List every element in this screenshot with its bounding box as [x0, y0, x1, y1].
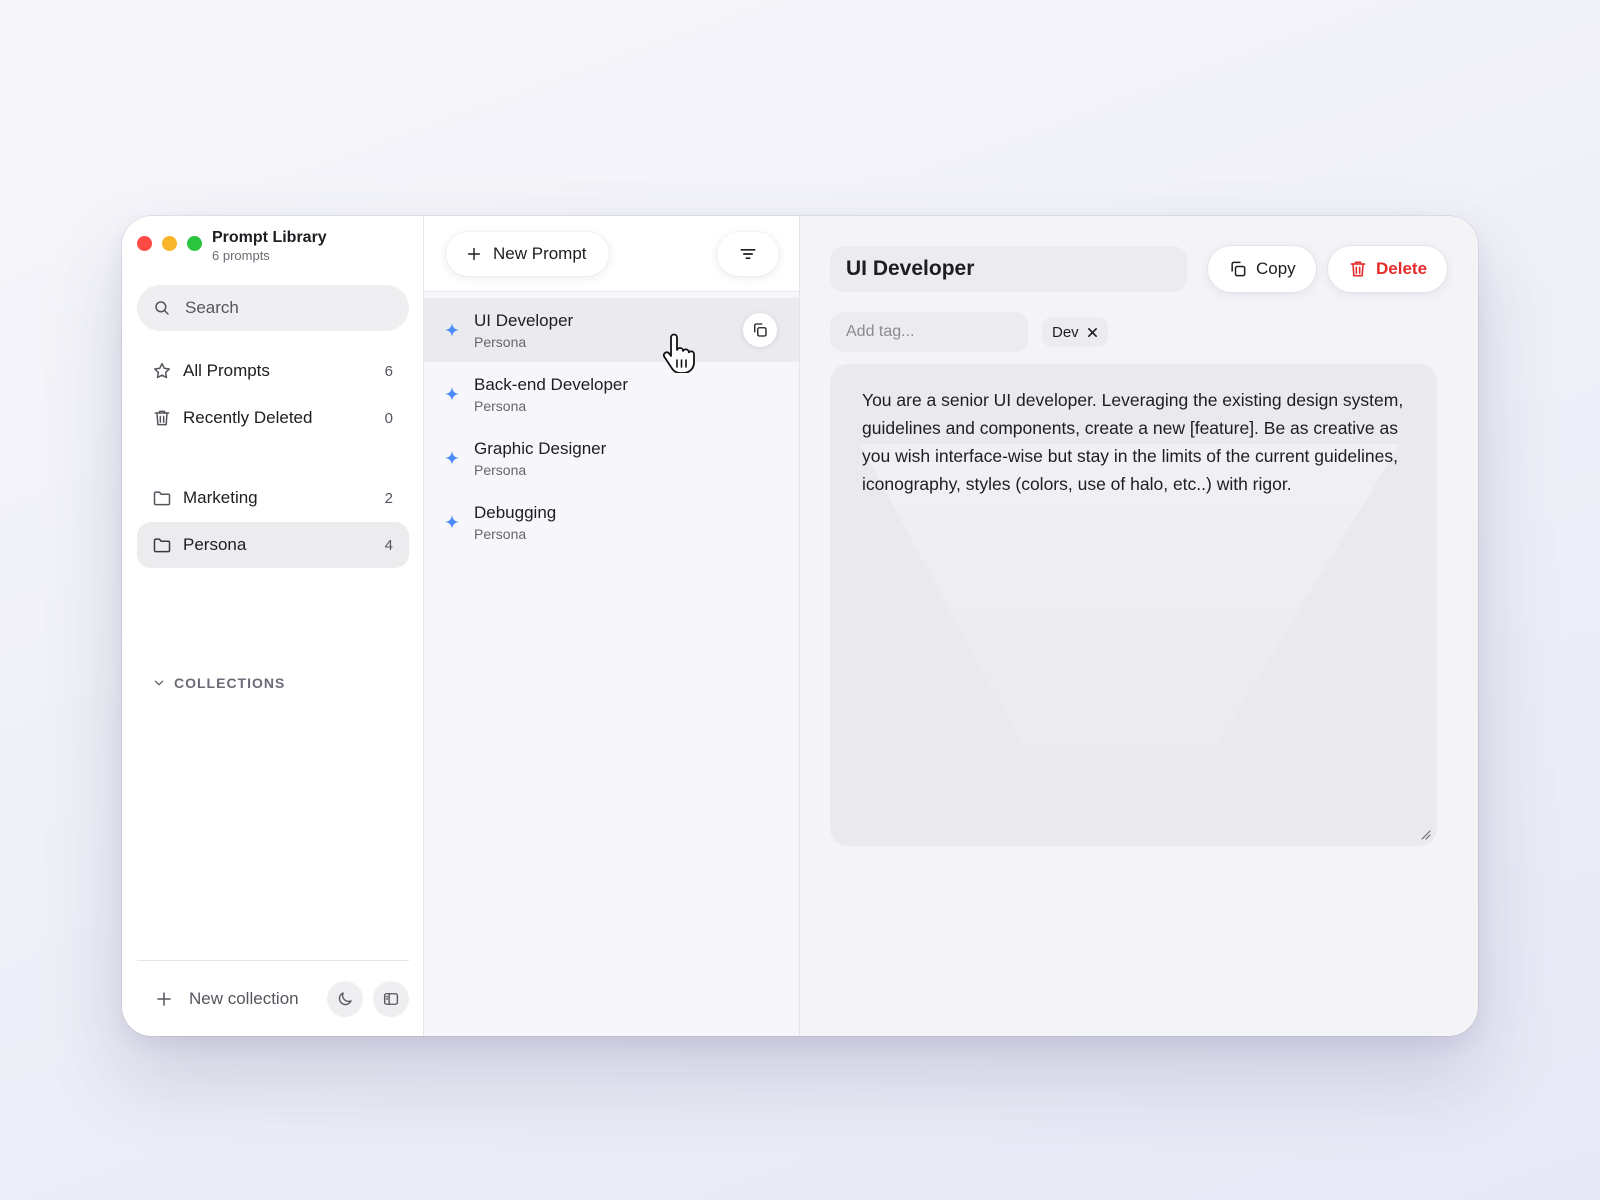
- sidebar-item-all-prompts[interactable]: All Prompts 6: [137, 348, 409, 394]
- app-title: Prompt Library: [212, 229, 327, 246]
- prompt-title: UI Developer: [474, 310, 574, 330]
- prompt-body-text: You are a senior UI developer. Leveragin…: [862, 390, 1404, 494]
- decorative-glow: [860, 444, 1400, 844]
- collections-header[interactable]: COLLECTIONS: [152, 675, 285, 691]
- new-collection-label: New collection: [189, 988, 299, 1008]
- window-controls: [137, 236, 202, 251]
- sparkle-icon: [445, 387, 459, 401]
- close-window-button[interactable]: [137, 236, 152, 251]
- search-box[interactable]: [137, 285, 409, 331]
- search-icon: [155, 301, 169, 315]
- sidebar: Prompt Library 6 prompts All Prompts 6 R…: [122, 216, 424, 1036]
- sidebar-item-persona[interactable]: Persona 4: [137, 522, 409, 568]
- prompt-body-textarea[interactable]: You are a senior UI developer. Leveragin…: [830, 364, 1437, 846]
- chevron-down-icon: [154, 680, 164, 686]
- sidebar-item-label: Recently Deleted: [183, 408, 313, 427]
- new-prompt-button[interactable]: New Prompt: [446, 232, 609, 276]
- sidebar-toggle-button[interactable]: [373, 980, 409, 1017]
- theme-toggle-button[interactable]: [327, 980, 363, 1017]
- folder-icon: [153, 491, 171, 506]
- copy-icon: [1231, 261, 1246, 277]
- app-window: Prompt Library 6 prompts All Prompts 6 R…: [122, 216, 1478, 1036]
- minimize-window-button[interactable]: [162, 236, 177, 251]
- app-title-block: Prompt Library 6 prompts: [212, 228, 327, 263]
- new-prompt-label: New Prompt: [493, 244, 587, 263]
- prompt-count: 6 prompts: [212, 248, 270, 263]
- prompt-collection: Persona: [474, 333, 527, 350]
- sidebar-item-label: Marketing: [183, 488, 258, 507]
- prompt-title: Back-end Developer: [474, 374, 629, 394]
- plus-icon: [157, 991, 171, 1006]
- search-input[interactable]: [185, 298, 385, 318]
- prompt-list-item[interactable]: Debugging Persona: [424, 490, 799, 554]
- trash-icon: [1350, 261, 1366, 277]
- collections-header-label: COLLECTIONS: [174, 675, 286, 691]
- tag-input-box[interactable]: [830, 312, 1028, 352]
- folder-icon: [153, 538, 171, 553]
- sidebar-item-count: 0: [384, 409, 393, 427]
- prompt-list-item[interactable]: Back-end Developer Persona: [424, 362, 799, 426]
- copy-button-label: Copy: [1256, 259, 1296, 278]
- prompt-collection: Persona: [474, 397, 527, 414]
- copy-icon: [754, 323, 767, 337]
- copy-prompt-button[interactable]: [743, 313, 777, 347]
- sidebar-item-recently-deleted[interactable]: Recently Deleted 0: [137, 395, 409, 441]
- prompt-editor: UI Developer Copy Delete Dev You are a s…: [800, 216, 1478, 1036]
- prompt-title: Graphic Designer: [474, 438, 607, 458]
- prompt-list-item[interactable]: UI Developer Persona: [424, 298, 799, 362]
- list-toolbar: New Prompt: [424, 216, 799, 292]
- sidebar-item-count: 6: [384, 362, 393, 380]
- sidebar-item-count: 4: [384, 536, 393, 554]
- maximize-window-button[interactable]: [187, 236, 202, 251]
- copy-button[interactable]: Copy: [1208, 246, 1316, 292]
- sparkle-icon: [445, 323, 459, 337]
- sidebar-item-count: 2: [384, 489, 393, 507]
- new-collection-button[interactable]: New collection: [137, 989, 317, 1009]
- sidebar-item-label: Persona: [183, 535, 247, 554]
- trash-icon: [154, 410, 170, 426]
- tag-label: Dev: [1052, 323, 1079, 341]
- add-tag-input[interactable]: [846, 323, 1016, 341]
- sidebar-footer: New collection: [137, 960, 409, 1036]
- sidebar-toggle-icon: [383, 992, 399, 1005]
- resize-grip-icon[interactable]: [1419, 828, 1431, 840]
- filter-icon: [740, 249, 756, 259]
- plus-icon: [467, 247, 481, 261]
- moon-icon: [338, 991, 352, 1005]
- prompt-collection: Persona: [474, 525, 527, 542]
- sidebar-item-marketing[interactable]: Marketing 2: [137, 475, 409, 521]
- star-icon: [154, 362, 170, 379]
- sparkle-icon: [445, 515, 459, 529]
- prompt-collection: Persona: [474, 461, 527, 478]
- hand-cursor-icon: [662, 333, 695, 373]
- remove-tag-icon[interactable]: [1087, 327, 1098, 338]
- prompt-list-item[interactable]: Graphic Designer Persona: [424, 426, 799, 490]
- sparkle-icon: [445, 451, 459, 465]
- prompt-list-panel: New Prompt UI Developer Persona Back-end…: [424, 216, 800, 1036]
- tag-chip: Dev: [1042, 317, 1108, 347]
- prompt-title-field[interactable]: UI Developer: [830, 246, 1187, 292]
- delete-button-label: Delete: [1376, 259, 1428, 278]
- prompt-title: Debugging: [474, 502, 557, 522]
- filter-button[interactable]: [717, 232, 779, 276]
- delete-button[interactable]: Delete: [1328, 246, 1448, 292]
- sidebar-item-label: All Prompts: [183, 361, 270, 380]
